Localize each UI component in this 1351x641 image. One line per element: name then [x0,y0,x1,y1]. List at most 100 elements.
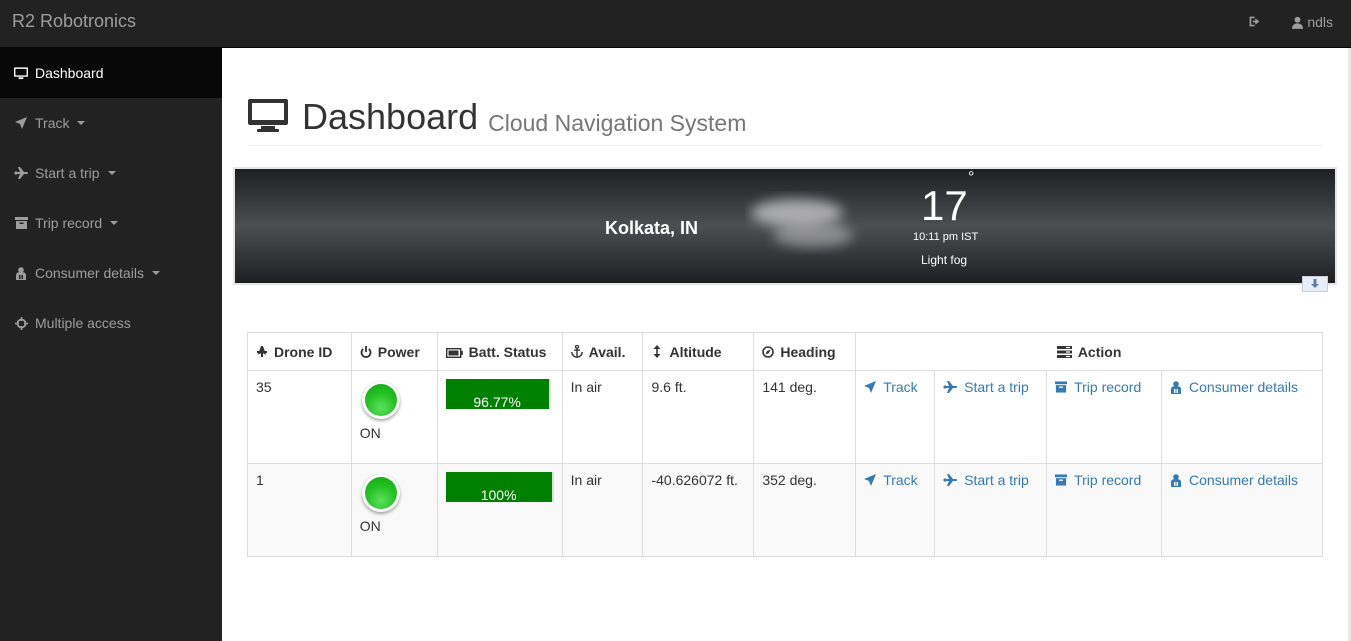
anchor-icon [570,344,583,358]
weather-degree: ° [968,169,975,186]
col-power: Power [350,332,438,371]
trip-record-link[interactable]: Trip record [1055,379,1141,395]
weather-widget: Kolkata, IN 17 ° 10:11 pm IST Light fog [233,167,1337,285]
main-content: Dashboard Cloud Navigation System Kolkat… [222,48,1348,641]
list-icon [1056,345,1072,358]
battery-bar: 96.77% [445,379,551,409]
weather-condition: Light fog [921,253,968,267]
col-drone-id: Drone ID [247,332,352,371]
power-status-indicator [361,474,400,512]
col-altitude: Altitude [642,332,755,371]
col-avail: Avail. [561,332,644,371]
archive-icon [1055,381,1068,393]
col-battery: Batt. Status [436,332,563,371]
avail-cell: In air [561,463,644,557]
heading-cell: 352 deg. [753,463,857,557]
plane-icon [14,166,28,180]
action-cell: Track [855,463,936,557]
table-row: 35 ON 96.77% In air 9.6 ft. 141 deg. Tra… [247,370,1323,464]
sidebar-item-label: Consumer details [35,265,144,281]
weather-time: 10:11 pm IST [913,231,979,243]
brand-logo[interactable]: R2 Robotronics [12,11,136,32]
user-icon [1292,16,1304,29]
chevron-down-icon [151,271,160,275]
plane-icon [943,474,958,486]
compass-icon [762,345,775,358]
page-title: Dashboard [302,96,479,137]
page-header: Dashboard Cloud Navigation System [248,96,1322,146]
action-cell: Start a trip [934,370,1048,464]
power-icon [360,345,372,358]
username: ndls [1307,14,1333,30]
table-row: 1 ON 100% In air -40.626072 ft. 352 deg.… [247,463,1323,557]
battery-cell: 100% [436,463,563,557]
drone-id: 1 [247,463,352,557]
archive-icon [1055,474,1068,486]
power-cell: ON [350,463,438,557]
sidebar-item-label: Dashboard [35,65,104,81]
monitor-icon [248,99,288,133]
avail-cell: In air [561,370,644,464]
start-trip-link[interactable]: Start a trip [943,379,1029,395]
plane-icon [943,381,958,393]
sidebar-item-label: Multiple access [35,315,131,331]
sidebar-item-label: Trip record [35,215,103,231]
user-group-icon [14,266,28,280]
location-arrow-icon [864,381,877,393]
power-cell: ON [350,370,438,464]
fog-icon [745,191,865,261]
track-link[interactable]: Track [864,379,918,395]
chevron-down-icon [107,171,116,175]
col-heading: Heading [753,332,857,371]
vertical-arrows-icon [651,344,663,358]
sidebar-item-trip-record[interactable]: Trip record [0,198,222,248]
plane-icon [256,343,268,357]
chevron-down-icon [110,221,119,225]
sidebar-item-dashboard[interactable]: Dashboard [0,48,222,98]
col-action: Action [855,332,1323,371]
drone-id: 35 [247,370,352,464]
sidebar-item-label: Track [35,115,70,131]
location-arrow-icon [864,474,877,486]
user-group-icon [1170,381,1182,394]
page-subtitle: Cloud Navigation System [488,110,747,136]
user-menu[interactable]: ndls [1292,14,1333,30]
action-cell: Trip record [1046,370,1163,464]
navbar-right: ndls [1248,14,1333,30]
table-header-row: Drone ID Power Batt. Status Avail. Altit… [247,332,1323,371]
power-status-indicator [361,381,400,419]
action-cell: Start a trip [934,463,1048,557]
altitude-cell: -40.626072 ft. [642,463,755,557]
sidebar-item-consumer-details[interactable]: Consumer details [0,248,222,298]
battery-cell: 96.77% [436,370,563,464]
action-cell: Consumer details [1161,463,1323,557]
consumer-details-link[interactable]: Consumer details [1170,472,1298,488]
power-label: ON [359,518,381,534]
power-label: ON [359,425,381,441]
logout-icon[interactable] [1248,15,1262,29]
crosshairs-icon [14,316,28,330]
start-trip-link[interactable]: Start a trip [943,472,1029,488]
heading-cell: 141 deg. [753,370,857,464]
user-group-icon [1170,474,1182,487]
battery-icon [445,345,463,358]
location-arrow-icon [14,116,28,130]
sidebar-item-start-trip[interactable]: Start a trip [0,148,222,198]
track-link[interactable]: Track [864,472,918,488]
sidebar-item-multiple-access[interactable]: Multiple access [0,298,222,348]
action-cell: Trip record [1046,463,1163,557]
weather-temp: 17 [921,182,968,229]
archive-icon [14,216,28,230]
consumer-details-link[interactable]: Consumer details [1170,379,1298,395]
download-icon[interactable] [1302,276,1328,292]
weather-city: Kolkata, IN [605,218,699,238]
drone-table: Drone ID Power Batt. Status Avail. Altit… [247,332,1323,557]
action-cell: Consumer details [1161,370,1323,464]
sidebar-item-label: Start a trip [35,165,100,181]
altitude-cell: 9.6 ft. [642,370,755,464]
sidebar-item-track[interactable]: Track [0,98,222,148]
sidebar: Dashboard Track Start a trip Trip record… [0,48,222,641]
chevron-down-icon [77,121,86,125]
trip-record-link[interactable]: Trip record [1055,472,1141,488]
battery-bar: 100% [445,472,554,502]
